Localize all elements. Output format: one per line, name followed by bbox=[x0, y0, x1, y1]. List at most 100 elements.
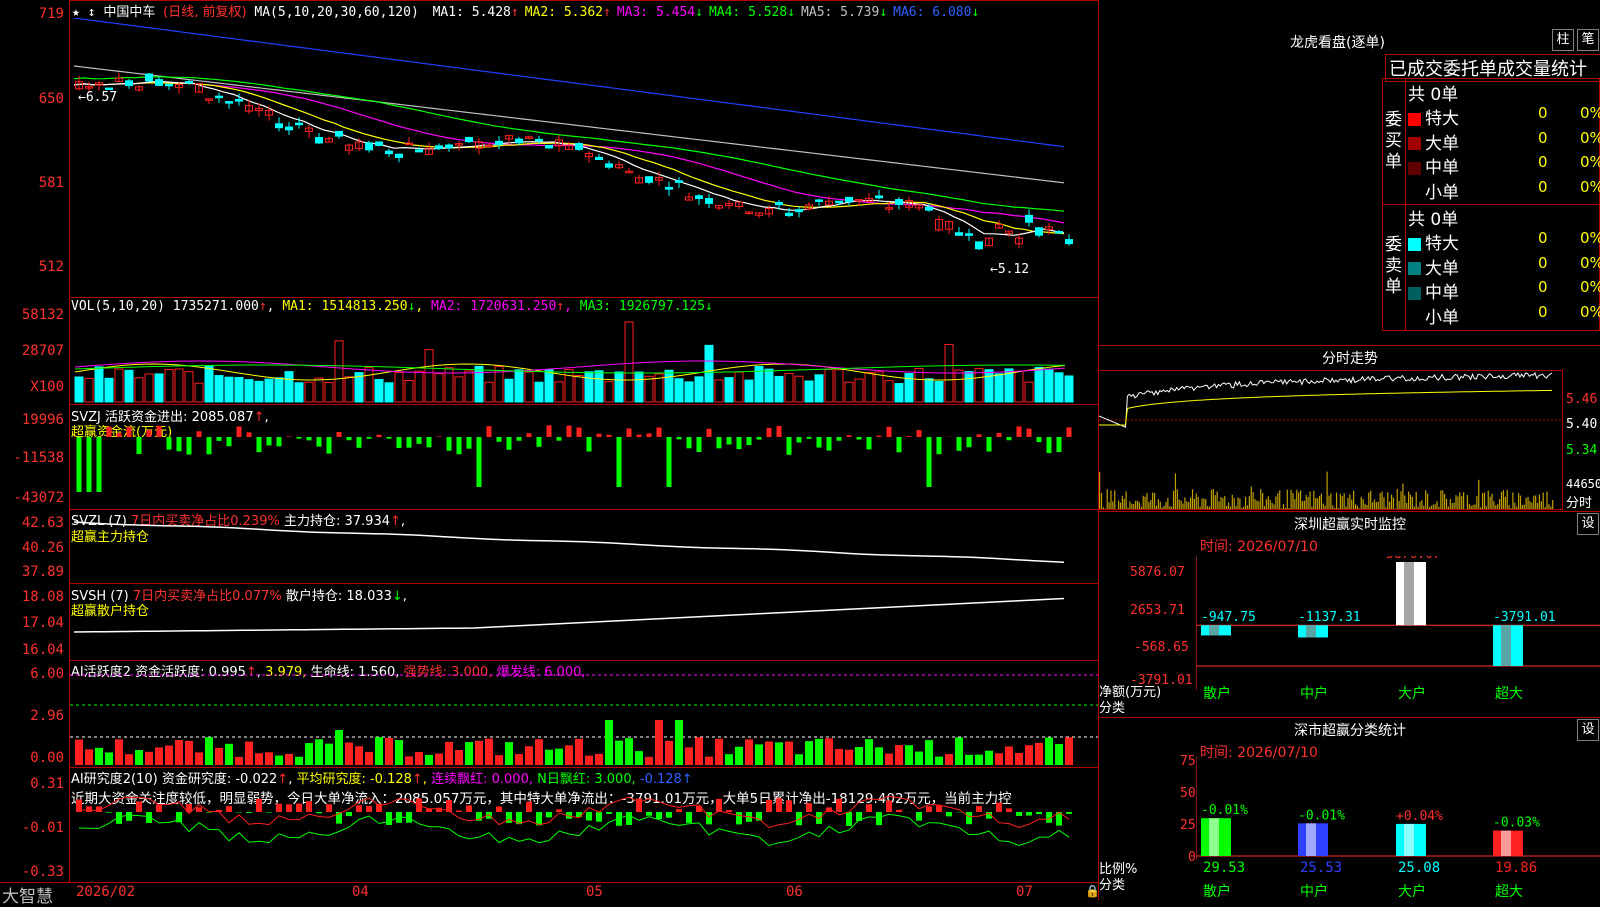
monitor-category-label: 超大 bbox=[1495, 686, 1523, 702]
intra-vol-bar bbox=[1184, 497, 1185, 509]
ai-research-y-axis: 0.31 -0.01 -0.33 bbox=[0, 767, 68, 883]
research-bar bbox=[1006, 808, 1012, 812]
volume-bar bbox=[105, 378, 113, 402]
volume-bar bbox=[965, 372, 973, 402]
brand-label[interactable]: 大智慧 bbox=[2, 882, 53, 907]
volume-bar bbox=[185, 372, 193, 402]
lhb-row: 大单00% bbox=[1408, 254, 1600, 279]
candle-body bbox=[396, 154, 403, 157]
intra-vol-bar bbox=[1236, 506, 1237, 509]
research-bar bbox=[966, 812, 972, 824]
color-swatch bbox=[1408, 311, 1421, 324]
volume-bar bbox=[175, 369, 183, 402]
candle-body bbox=[126, 81, 133, 86]
svzj-bar bbox=[617, 437, 622, 487]
intra-vol-bar bbox=[1353, 491, 1354, 509]
x-tick: 07 bbox=[1016, 884, 1033, 900]
kline-chart[interactable] bbox=[70, 18, 1098, 297]
volume-chart[interactable] bbox=[70, 314, 1098, 404]
monitor-value-label: -947.75 bbox=[1201, 610, 1256, 625]
monitor-settings-button[interactable]: 设 bbox=[1577, 513, 1599, 535]
intra-vol-bar bbox=[1531, 503, 1532, 509]
volume-bar bbox=[855, 379, 863, 402]
volume-bar bbox=[375, 380, 383, 402]
activity-bar bbox=[1045, 738, 1053, 765]
volume-bar bbox=[95, 367, 103, 402]
activity-bar bbox=[195, 752, 203, 765]
intra-vol-bar bbox=[1363, 499, 1364, 509]
candle-body bbox=[546, 146, 553, 148]
activity-bar bbox=[395, 740, 403, 765]
svzl-chart[interactable] bbox=[70, 510, 1098, 583]
svsh-chart[interactable] bbox=[70, 584, 1098, 660]
candle-body bbox=[466, 137, 473, 141]
intra-vol-bar bbox=[1419, 502, 1420, 509]
activity-bar bbox=[295, 757, 303, 765]
research-bar bbox=[586, 812, 592, 821]
classify-category-label: 超大 bbox=[1495, 884, 1523, 900]
svzj-bar bbox=[327, 437, 332, 454]
svzj-bar bbox=[137, 437, 142, 454]
vol-title: VOL(5,10,20) bbox=[71, 299, 165, 314]
activity-bar bbox=[635, 751, 643, 765]
volume-bar bbox=[805, 381, 813, 402]
activity-bar bbox=[475, 741, 483, 765]
activity-bar bbox=[415, 752, 423, 765]
activity-bar bbox=[1055, 744, 1063, 765]
intra-vol-bar bbox=[1336, 493, 1337, 509]
intra-vol-bar bbox=[1400, 491, 1401, 509]
intra-vol-bar bbox=[1463, 492, 1464, 509]
monitor-chart[interactable]: -947.75散户-1137.31中户5876.07大户-3791.01超大 bbox=[1196, 556, 1600, 716]
monitor-y-tick: 2653.71 bbox=[1130, 603, 1185, 618]
intra-vol-bar bbox=[1503, 490, 1504, 509]
volume-bar bbox=[485, 382, 493, 402]
research-bar bbox=[926, 806, 932, 812]
monitor-x-label: 分类 bbox=[1099, 697, 1125, 716]
classify-change-label: -0.01% bbox=[1298, 808, 1345, 823]
intra-vol-bar bbox=[1552, 500, 1553, 509]
monitor-value-label: -3791.01 bbox=[1493, 610, 1556, 625]
intra-unit-label: 分时 bbox=[1566, 492, 1592, 511]
volume-bar bbox=[615, 372, 623, 402]
svzj-bar bbox=[677, 437, 682, 439]
intra-vol-bar bbox=[1135, 501, 1136, 509]
candle-body bbox=[376, 142, 383, 145]
svzj-bar bbox=[887, 427, 892, 437]
intra-vol-bar bbox=[1325, 506, 1326, 509]
activity-bar bbox=[695, 737, 703, 765]
intraday-chart[interactable] bbox=[1099, 371, 1562, 509]
sell-rows: 特大00%大单00%中单00%小单00% bbox=[1408, 229, 1600, 327]
research-bar bbox=[196, 807, 202, 812]
intra-vol-bar bbox=[1319, 496, 1320, 509]
research-bar bbox=[156, 805, 162, 812]
intra-vol-bar bbox=[1484, 493, 1485, 509]
intra-vol-bar bbox=[1364, 504, 1365, 509]
ai-research-chart[interactable] bbox=[70, 768, 1098, 882]
intra-vol-bar bbox=[1520, 496, 1521, 509]
classify-settings-button[interactable]: 设 bbox=[1577, 719, 1599, 741]
classify-chart[interactable]: -0.01%29.53散户-0.01%25.53中户+0.04%25.08大户-… bbox=[1196, 756, 1600, 900]
intra-vol-bar bbox=[1376, 502, 1377, 509]
intra-vol-bar bbox=[1175, 473, 1176, 509]
ai-activity-chart[interactable] bbox=[70, 661, 1098, 767]
intra-vol-bar bbox=[1383, 497, 1384, 509]
intra-vol-bar bbox=[1495, 505, 1496, 509]
intra-vol-bar bbox=[1351, 499, 1352, 509]
intra-vol-bar bbox=[1099, 472, 1100, 509]
research-bar bbox=[456, 811, 462, 812]
svzj-bar bbox=[707, 429, 712, 437]
volume-bar bbox=[335, 341, 343, 402]
intra-vol-bar bbox=[1302, 501, 1303, 509]
candle-body bbox=[836, 201, 843, 203]
candle-body bbox=[696, 196, 703, 199]
svzj-bar bbox=[747, 437, 752, 445]
tick-mode-button[interactable]: 笔 bbox=[1577, 29, 1599, 51]
bar-mode-button[interactable]: 柱 bbox=[1552, 29, 1574, 51]
intra-vol-bar bbox=[1448, 506, 1449, 509]
color-swatch bbox=[1408, 238, 1421, 251]
intra-vol-bar bbox=[1433, 505, 1434, 509]
intra-y-tick: 5.40 bbox=[1566, 417, 1597, 432]
activity-bar bbox=[155, 747, 163, 765]
candle-body bbox=[796, 210, 803, 212]
svzj-chart[interactable] bbox=[70, 405, 1098, 509]
